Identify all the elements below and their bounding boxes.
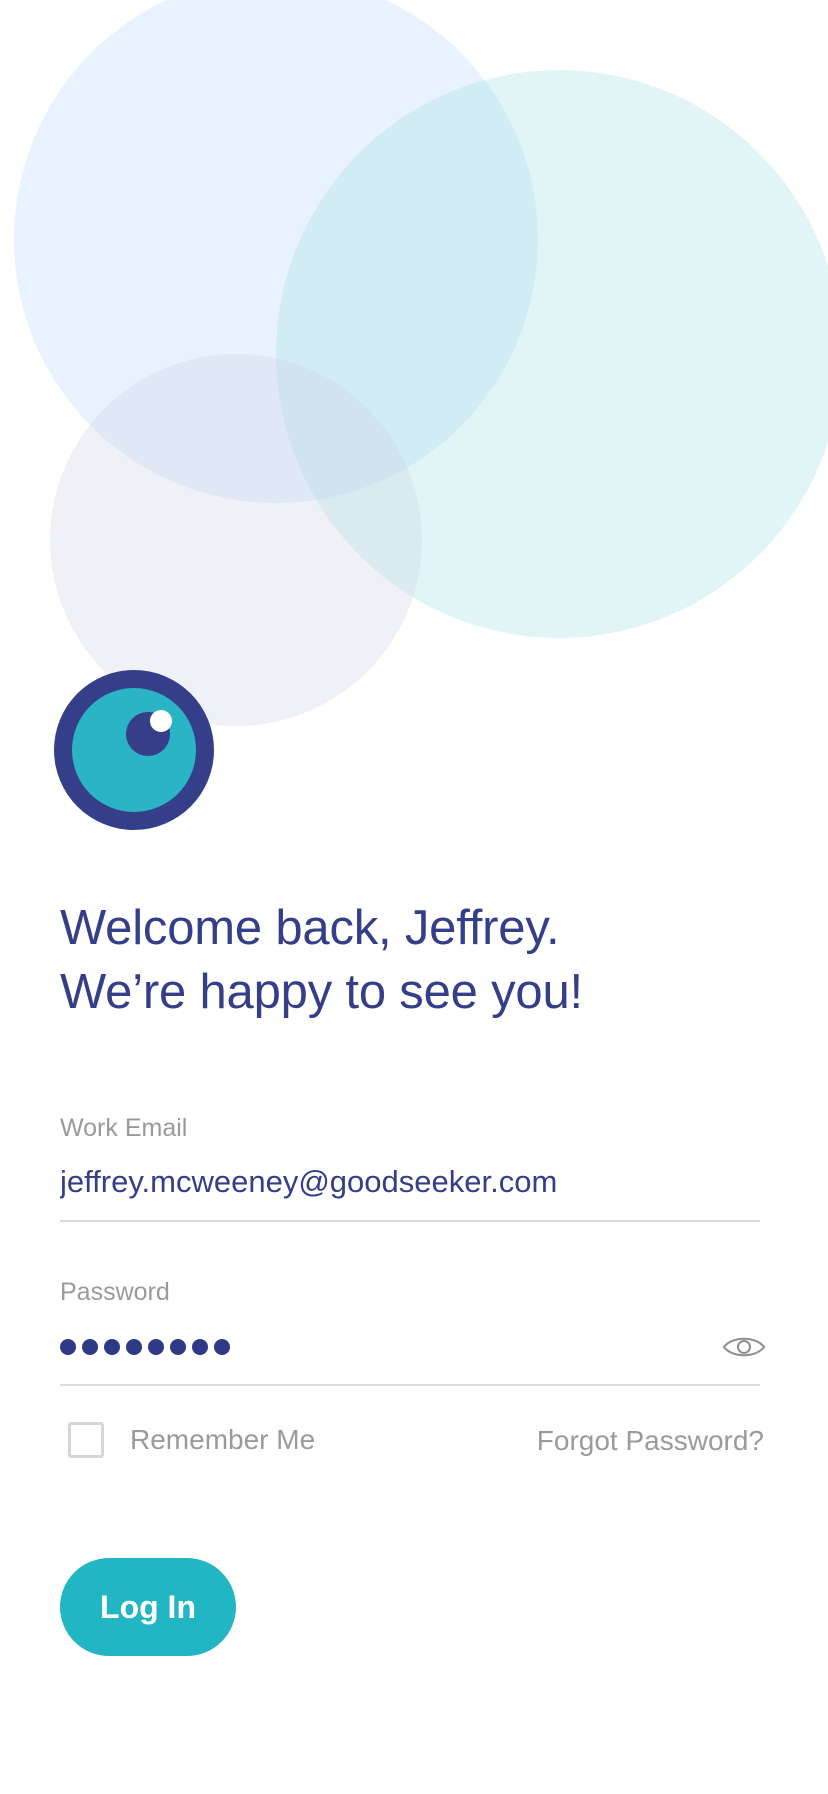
logo-glint [150, 710, 172, 732]
decorative-bubbles [0, 0, 828, 740]
forgot-password-link[interactable]: Forgot Password? [537, 1425, 764, 1457]
password-field-label: Password [60, 1278, 170, 1306]
remember-me-label: Remember Me [130, 1424, 316, 1455]
welcome-line-1: Welcome back, Jeffrey. [60, 901, 560, 955]
password-dot [214, 1339, 230, 1355]
password-dot [170, 1339, 186, 1355]
eye-logo-icon [54, 670, 214, 830]
welcome-line-2: We’re happy to see you! [60, 965, 583, 1019]
email-input[interactable] [60, 1164, 760, 1200]
password-dot [104, 1339, 120, 1355]
remember-me-checkbox[interactable] [68, 1422, 104, 1458]
eye-icon[interactable] [722, 1332, 766, 1362]
password-dot [192, 1339, 208, 1355]
password-dot [126, 1339, 142, 1355]
email-field-label: Work Email [60, 1114, 188, 1142]
password-dot [60, 1339, 76, 1355]
password-field[interactable] [60, 1322, 766, 1386]
login-button[interactable]: Log In [60, 1558, 236, 1656]
welcome-heading: Welcome back, Jeffrey. We’re happy to se… [60, 896, 583, 1024]
password-dot [148, 1339, 164, 1355]
remember-me-option[interactable]: Remember Me [68, 1422, 315, 1458]
email-field[interactable] [60, 1158, 760, 1222]
background-bubble-gray [50, 354, 422, 726]
password-masked-value[interactable] [60, 1339, 230, 1355]
password-dot [82, 1339, 98, 1355]
